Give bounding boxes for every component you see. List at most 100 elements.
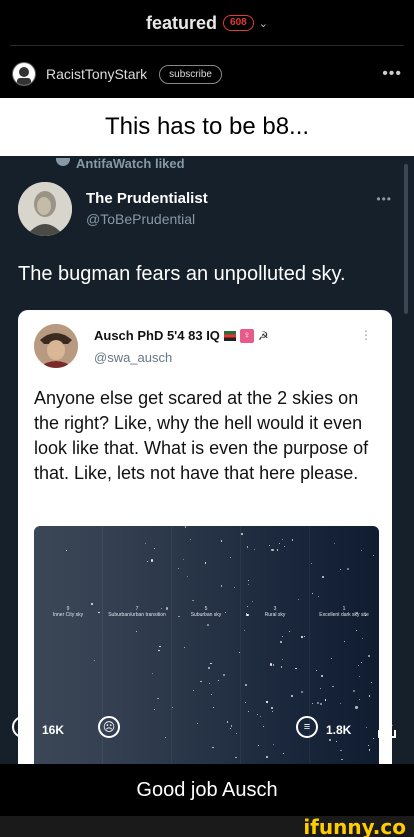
star	[189, 538, 191, 540]
star	[280, 666, 283, 668]
star	[65, 549, 67, 551]
feed-header: featured 608 ⌄	[0, 0, 414, 46]
sky-label: 5 Suburban sky	[176, 606, 236, 618]
star	[165, 607, 169, 610]
star	[281, 635, 283, 637]
star	[370, 681, 373, 684]
meme-image: This has to be b8... AntifaWatch liked T…	[0, 98, 414, 764]
share-icon[interactable]	[376, 718, 398, 740]
star	[332, 686, 334, 688]
ifunny-watermark: ifunny.co	[303, 815, 406, 837]
star	[217, 679, 219, 681]
sky-label-text: Suburban/urban transition	[108, 612, 166, 618]
star	[279, 542, 280, 544]
star	[367, 654, 370, 657]
star	[320, 687, 322, 690]
star	[240, 532, 243, 536]
star	[248, 579, 249, 581]
star	[135, 630, 137, 632]
sky-label: 9 Inner City sky	[38, 606, 98, 618]
star	[247, 583, 249, 585]
liked-by-line: AntifaWatch liked	[52, 156, 185, 171]
star	[244, 701, 246, 703]
star	[321, 674, 324, 677]
meme-caption-text: This has to be b8...	[104, 113, 310, 140]
quoted-tweet-card: Ausch PhD 5'4 83 IQ ♀ ☭ @swa_ausch ⋮ Any…	[18, 310, 392, 764]
star	[355, 629, 357, 631]
feed-title[interactable]: featured	[146, 13, 217, 34]
star	[280, 640, 283, 643]
star	[157, 697, 159, 700]
quoted-author-name: Ausch PhD 5'4 83 IQ ♀ ☭	[94, 328, 269, 343]
star	[333, 542, 336, 545]
star	[251, 600, 253, 602]
sky-label: 1 Excellent dark sky site	[314, 606, 374, 618]
star	[266, 701, 268, 703]
star	[222, 673, 226, 676]
star	[246, 613, 249, 616]
author-username[interactable]: RacistTonyStark	[46, 66, 147, 82]
star	[235, 756, 237, 759]
flag-icon	[223, 330, 236, 341]
star	[312, 703, 314, 705]
sky-label-text: Suburban sky	[190, 612, 222, 618]
star	[291, 539, 294, 541]
star	[271, 548, 274, 551]
star	[244, 683, 247, 686]
quoted-author-name-text: Ausch PhD 5'4 83 IQ	[94, 328, 220, 343]
reaction-bar: ☺ 16K ☹ ≡ 1.8K	[0, 708, 414, 748]
hammer-sickle-icon: ☭	[257, 328, 269, 343]
user-avatar[interactable]	[12, 62, 36, 86]
footer-bar: ifunny.co	[0, 815, 414, 837]
star	[159, 645, 161, 647]
tweet-author-handle: @ToBePrudential	[86, 211, 196, 227]
star	[361, 550, 363, 552]
star	[282, 752, 284, 754]
more-options-icon[interactable]: •••	[382, 65, 402, 83]
sky-label-text: Inner City sky	[52, 612, 84, 618]
star	[324, 699, 327, 701]
star	[341, 758, 343, 761]
smile-count: 16K	[42, 723, 65, 737]
chevron-down-icon[interactable]: ⌄	[259, 17, 268, 30]
quoted-tweet-text: Anyone else get scared at the 2 skies on…	[34, 388, 369, 483]
post-author-row: RacistTonyStark subscribe •••	[0, 56, 414, 92]
star	[322, 576, 324, 578]
comment-icon[interactable]: ≡	[296, 716, 318, 738]
unsmile-icon[interactable]: ☹	[98, 716, 120, 738]
star	[359, 675, 361, 677]
star	[317, 702, 320, 705]
star	[344, 641, 346, 642]
venus-icon: ♀	[239, 328, 254, 343]
star	[331, 657, 333, 659]
sky-label: 3 Rural sky	[245, 606, 305, 618]
star	[356, 612, 358, 614]
star	[210, 662, 212, 665]
star	[359, 698, 361, 700]
post-caption: Good job Ausch	[136, 778, 278, 801]
star	[178, 567, 179, 569]
star	[320, 702, 323, 705]
subscribe-button[interactable]: subscribe	[159, 64, 222, 84]
meme-top-caption: This has to be b8...	[0, 98, 414, 156]
star	[346, 568, 349, 571]
header-divider	[10, 45, 404, 46]
star	[318, 596, 320, 598]
tweet-text: The bugman fears an unpolluted sky.	[18, 263, 346, 285]
star	[91, 603, 93, 605]
sky-label: 7 Suburban/urban transition	[107, 606, 167, 618]
star	[358, 664, 360, 666]
star	[310, 562, 312, 564]
star	[301, 691, 303, 693]
tweet-more-icon: •••	[376, 192, 392, 206]
star	[339, 568, 341, 570]
star	[269, 544, 270, 546]
smile-icon[interactable]: ☺	[12, 716, 34, 738]
tweet-avatar	[18, 182, 72, 236]
tweet-author-name: The Prudentialist	[86, 190, 208, 207]
star	[208, 667, 210, 669]
star	[368, 695, 371, 697]
star	[272, 664, 275, 666]
featured-count-badge: 608	[223, 15, 254, 31]
star	[360, 662, 362, 664]
